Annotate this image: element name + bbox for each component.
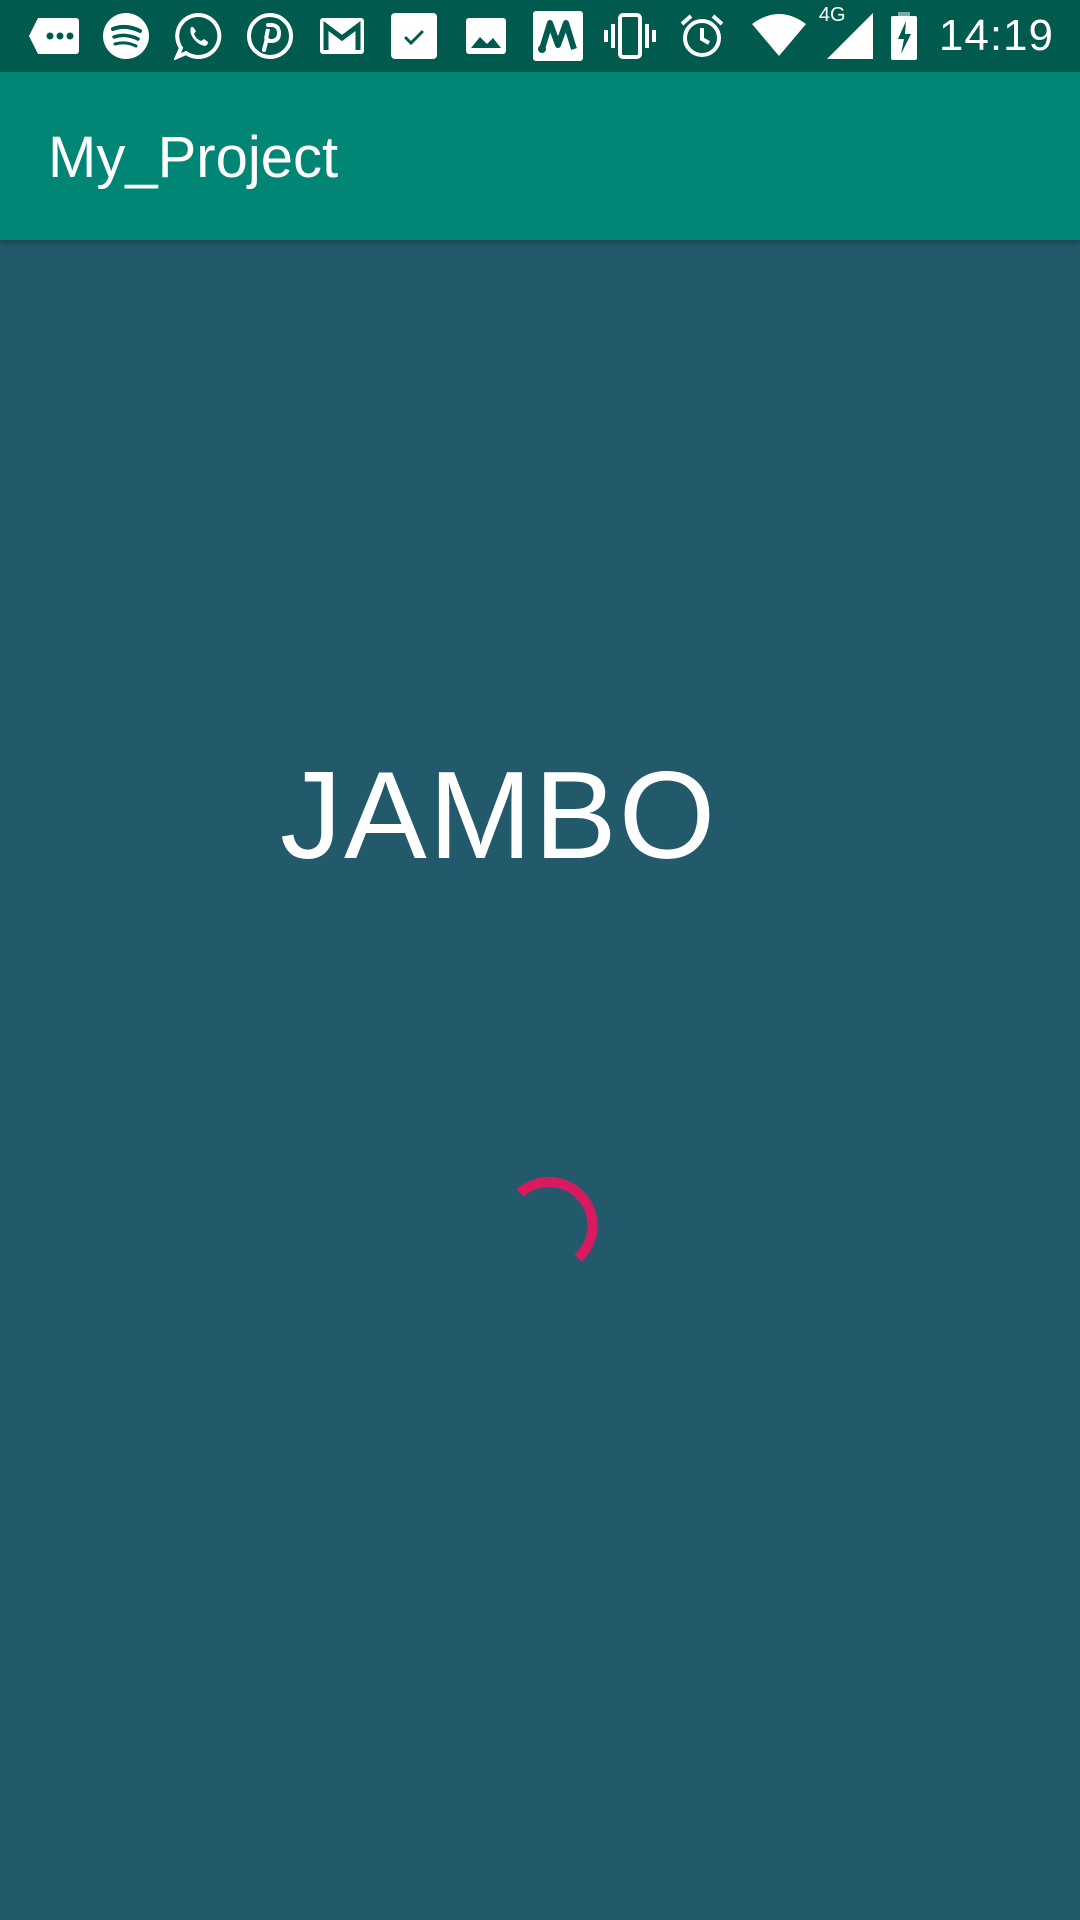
- cell-signal-icon: 4G: [819, 4, 875, 64]
- app-m-icon: [530, 8, 586, 64]
- alarm-icon: [674, 8, 730, 64]
- screen: 4G 14:19 My_Project JAMBO: [0, 0, 1080, 1920]
- whatsapp-icon: [170, 8, 226, 64]
- tasks-icon: [386, 8, 442, 64]
- messages-icon: [26, 8, 82, 64]
- wifi-icon: [751, 8, 807, 64]
- app-title: My_Project: [48, 125, 339, 190]
- network-type-label: 4G: [818, 4, 846, 26]
- vibrate-icon: [602, 8, 658, 64]
- greeting-text: JAMBO: [280, 747, 718, 885]
- app-bar: My_Project: [0, 72, 1080, 240]
- main-content: JAMBO: [0, 240, 1080, 1920]
- battery-charging-icon: [889, 8, 919, 64]
- clock: 14:19: [938, 11, 1054, 60]
- loading-spinner: [516, 1176, 598, 1262]
- gmail-icon: [314, 8, 370, 64]
- spotify-icon: [98, 8, 154, 64]
- status-bar: 4G 14:19: [0, 0, 1080, 72]
- pinterest-icon: [242, 8, 298, 64]
- system-status: 4G 14:19: [751, 0, 1080, 72]
- notification-icons: [26, 0, 746, 72]
- gallery-icon: [458, 8, 514, 64]
